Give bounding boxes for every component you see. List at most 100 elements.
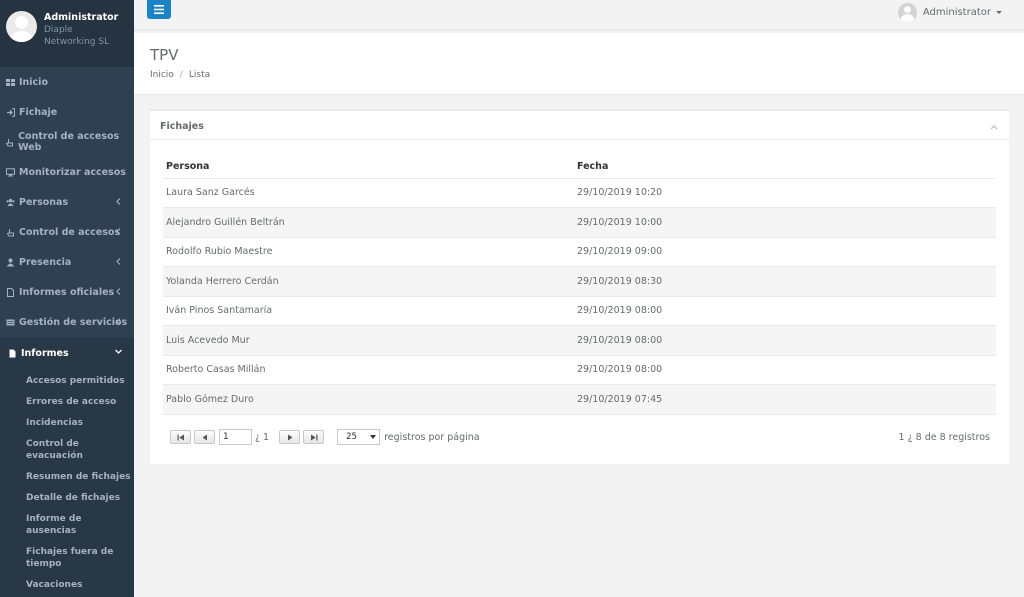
users-icon [5,197,15,207]
cell-persona: Yolanda Herrero Cerdán [163,266,574,297]
sidebar-item-control-de-accesos-web[interactable]: Control de accesos Web [0,127,134,157]
table-row[interactable]: Iván Pinos Santamaría 29/10/2019 08:00 [163,296,996,326]
page-number-input[interactable] [219,429,252,445]
user-avatar-icon [897,3,917,22]
first-page-icon [177,434,184,440]
user-menu[interactable]: Administrator [897,3,1002,22]
table-row[interactable]: Alejandro Guillén Beltrán 29/10/2019 10:0… [163,207,996,238]
avatar[interactable] [6,11,37,42]
chevron-left-icon [116,198,121,205]
first-page-button[interactable] [170,430,191,444]
per-page-select[interactable]: 25 [337,429,381,445]
fichajes-panel: Fichajes Persona Fecha Laura Sanz Garcés… [150,109,1009,464]
sidebar: Administrator Diaple Networking SL Inici… [0,0,134,597]
cell-fecha: 29/10/2019 10:20 [574,178,996,208]
chevron-up-icon[interactable] [989,122,999,132]
table-row[interactable]: Luis Acevedo Mur 29/10/2019 08:00 [163,325,996,356]
file-icon [7,348,17,358]
top-navbar: Administrator [134,0,1024,31]
last-page-icon [310,434,318,440]
sidebar-item-gestion-de-servicios[interactable]: Gestión de servicios [0,307,134,337]
cell-persona: Alejandro Guillén Beltrán [163,207,574,238]
sidebar-item-presencia[interactable]: Presencia [0,247,134,277]
page-total-label: ¿ 1 [255,431,270,443]
cell-persona: Pablo Gómez Duro [163,384,574,415]
grid-icon [5,77,15,87]
informes-submenu: Accesos permitidos Errores de acceso Incid… [0,369,134,597]
submenu-item[interactable]: Incidencias [0,413,134,434]
hand-pointer-icon [5,227,15,237]
sidebar-item-label: Inicio [19,76,48,88]
sidebar-item-label: Personas [19,196,69,208]
submenu-item[interactable]: Detalle de fichajes [0,488,134,509]
sidebar-item-label: Presencia [19,256,72,268]
profile-name: Administrator [44,12,119,23]
triangle-left-icon [202,434,207,440]
table-row[interactable]: Rodolfo Rubio Maestre 29/10/2019 09:00 [163,237,996,267]
breadcrumb-inicio[interactable]: Inicio [150,70,174,80]
table-row[interactable]: Pablo Gómez Duro 29/10/2019 07:45 [163,384,996,415]
table-row[interactable]: Roberto Casas Millán 29/10/2019 08:00 [163,355,996,385]
cell-persona: Laura Sanz Garcés [163,178,574,208]
sign-in-icon [5,107,15,117]
panel-divider [150,139,1009,140]
sidebar-item-informes-oficiales[interactable]: Informes oficiales [0,277,134,307]
page-title: TPV [150,46,179,64]
breadcrumb-lista: Lista [188,70,211,80]
desktop-icon [5,167,15,177]
sidebar-item-personas[interactable]: Personas [0,187,134,217]
sidebar-item-label: Control de accesos Web [18,131,120,153]
sidebar-item-monitorizar-accesos[interactable]: Monitorizar accesos [0,157,134,187]
cell-fecha: 29/10/2019 08:00 [574,296,996,326]
column-header-fecha[interactable]: Fecha [574,156,996,179]
sidebar-nav: Inicio Fichaje Control de accesos Web Monit… [0,67,134,597]
record-count: 1 ¿ 8 de 8 registros [898,432,991,443]
sidebar-item-label: Informes [21,347,69,359]
sidebar-item-fichaje[interactable]: Fichaje [0,97,134,127]
chevron-down-icon [115,349,122,354]
user-name: Administrator [922,7,991,18]
cell-fecha: 29/10/2019 10:00 [574,207,996,238]
breadcrumb: Inicio / Lista [150,70,210,80]
prev-page-button[interactable] [194,430,215,444]
cell-persona: Rodolfo Rubio Maestre [163,237,574,267]
sidebar-item-label: Control de accesos [19,226,121,238]
dropdown-arrow-icon [370,435,377,439]
submenu-item[interactable]: Informe de ausencias [0,509,134,542]
column-header-persona[interactable]: Persona [163,156,574,179]
file-icon [5,287,15,297]
submenu-item[interactable]: Vacaciones [0,575,134,596]
sidebar-item-informes[interactable]: Informes [0,337,134,369]
sidebar-item-inicio[interactable]: Inicio [0,67,134,97]
fichajes-table: Persona Fecha Laura Sanz Garcés 29/10/201… [163,156,996,415]
submenu-item[interactable]: Resumen de fichajes [0,467,134,488]
sidebar-item-label: Gestión de servicios [19,316,128,328]
sidebar-item-label: Informes oficiales [19,286,115,298]
table-row[interactable]: Laura Sanz Garcés 29/10/2019 10:20 [163,178,996,208]
pagination: ¿ 1 25 registros por página [170,429,480,445]
next-page-button[interactable] [279,430,301,444]
sidebar-item-control-de-accesos[interactable]: Control de accesos [0,217,134,247]
cell-fecha: 29/10/2019 08:30 [574,266,996,297]
cell-fecha: 29/10/2019 07:45 [574,384,996,415]
chevron-left-icon [116,228,121,235]
table-row[interactable]: Yolanda Herrero Cerdán 29/10/2019 08:30 [163,266,996,297]
cell-fecha: 29/10/2019 08:00 [574,325,996,356]
last-page-button[interactable] [303,430,325,444]
panel-title: Fichajes [160,121,204,132]
hand-pointer-icon [5,137,14,147]
cell-persona: Iván Pinos Santamaría [163,296,574,326]
sidebar-item-label: Monitorizar accesos [19,166,126,178]
submenu-item[interactable]: Fichajes fuera de tiempo [0,542,134,575]
submenu-item[interactable]: Errores de acceso [0,392,134,413]
cell-persona: Roberto Casas Millán [163,355,574,385]
menu-toggle-button[interactable] [147,0,171,19]
breadcrumb-separator: / [179,70,183,80]
profile-block: Administrator Diaple Networking SL [0,0,134,67]
submenu-item[interactable]: Accesos permitidos [0,371,134,392]
submenu-item[interactable]: Control de evacuación [0,434,134,467]
table-header-row: Persona Fecha [163,156,996,179]
sidebar-item-label: Fichaje [19,106,58,118]
cell-fecha: 29/10/2019 09:00 [574,237,996,267]
page-heading: TPV Inicio / Lista [134,33,1024,95]
